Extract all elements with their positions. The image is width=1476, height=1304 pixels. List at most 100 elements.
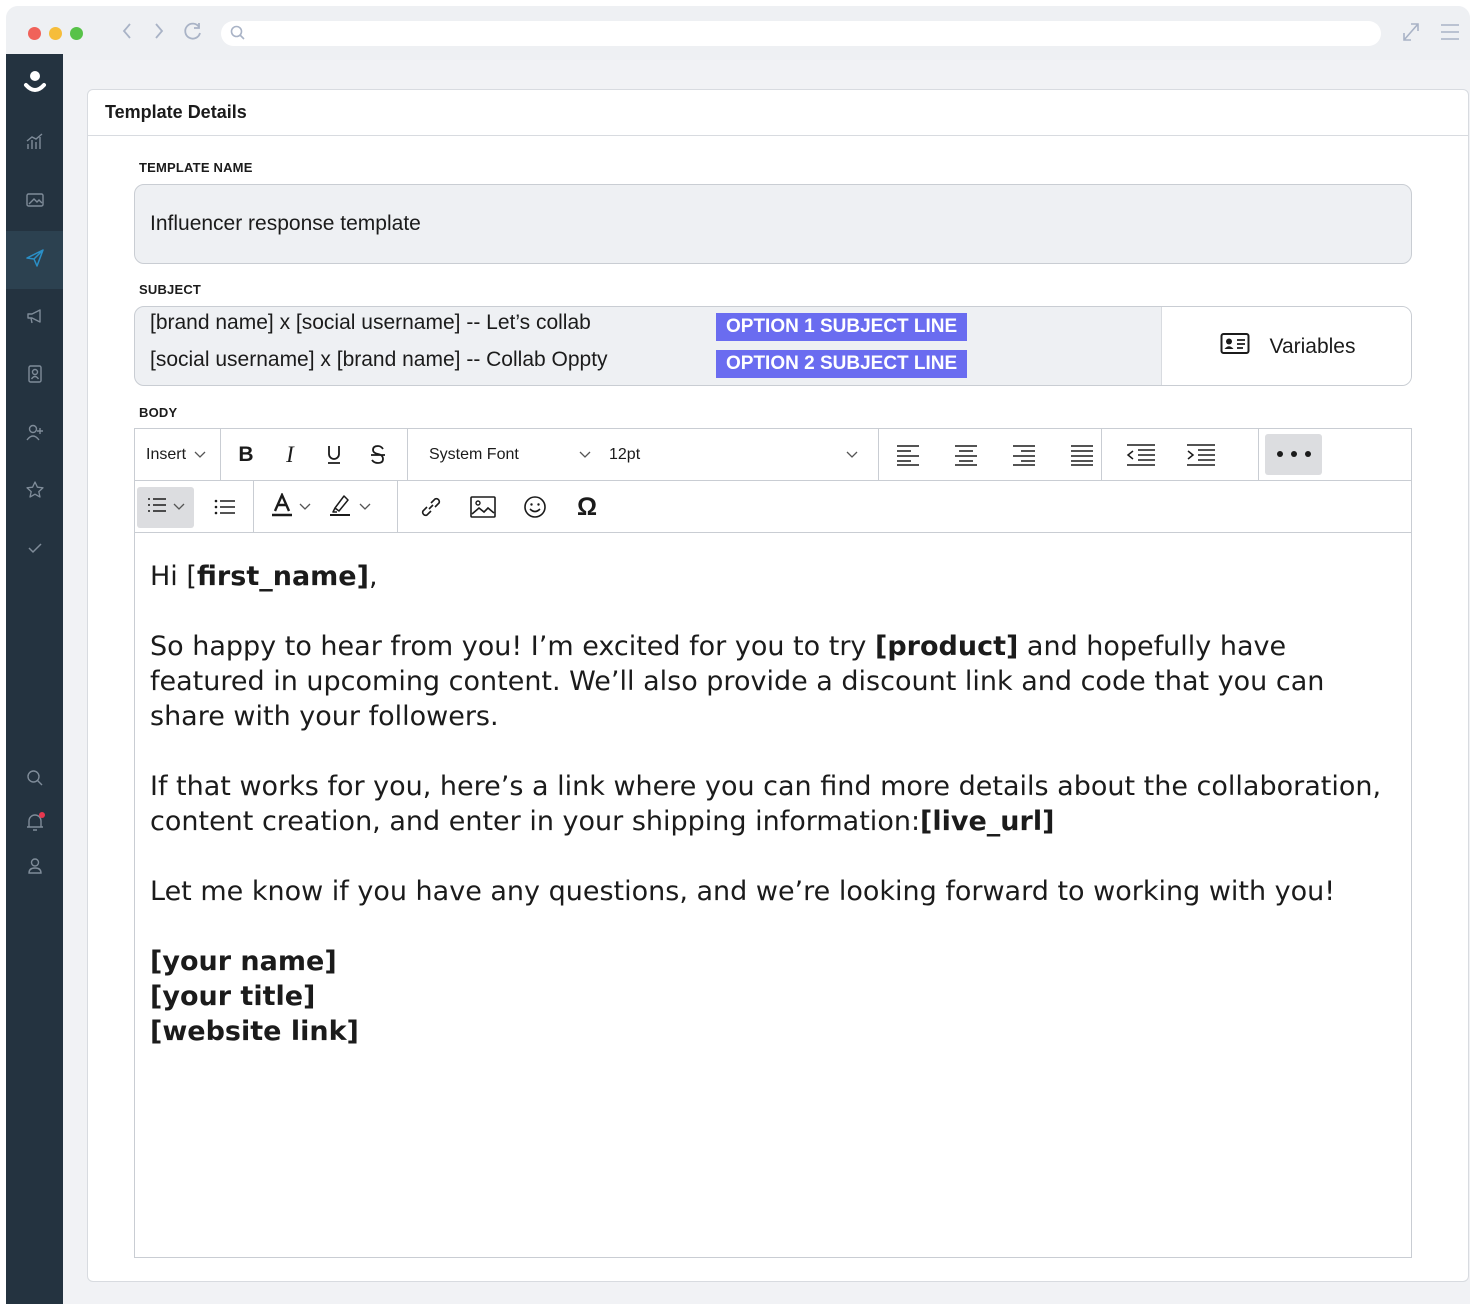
link-icon[interactable] xyxy=(412,487,450,527)
sidebar-item-contacts[interactable] xyxy=(6,356,63,396)
product-variable: [product] xyxy=(874,631,1019,662)
insert-label: Insert xyxy=(146,446,187,463)
greeting-prefix: Hi [ xyxy=(150,561,197,592)
subject-option-1-tag: OPTION 1 SUBJECT LINE xyxy=(716,313,968,341)
close-window-button[interactable] xyxy=(28,27,41,40)
numbered-list-button[interactable] xyxy=(137,486,194,528)
search-icon xyxy=(25,768,45,793)
id-card-icon xyxy=(1220,332,1250,362)
indent-icon[interactable] xyxy=(1182,435,1220,475)
analytics-icon xyxy=(25,132,45,157)
chevron-down-icon xyxy=(299,498,311,516)
star-icon xyxy=(25,480,45,505)
variables-label: Variables xyxy=(1269,335,1356,358)
chevron-down-icon xyxy=(173,498,185,516)
sidebar-item-outreach[interactable] xyxy=(6,231,63,289)
outdent-icon[interactable] xyxy=(1122,435,1160,475)
body-label: BODY xyxy=(139,405,178,420)
subject-line-1: [brand name] x [social username] -- Let’… xyxy=(150,311,591,334)
template-name-input[interactable]: Influencer response template xyxy=(134,184,1412,264)
align-right-icon[interactable] xyxy=(1005,435,1043,475)
numbered-list-icon xyxy=(147,496,167,519)
contacts-icon xyxy=(25,364,45,389)
editor-toolbar-row-2: Ω xyxy=(135,481,1411,533)
special-character-icon[interactable]: Ω xyxy=(568,487,606,527)
browser-titlebar xyxy=(6,6,1470,60)
chevron-down-icon xyxy=(359,498,371,516)
bell-icon xyxy=(23,810,47,839)
sidebar-item-tasks[interactable] xyxy=(6,530,63,570)
highlighter-icon xyxy=(329,493,351,522)
indent-group xyxy=(1102,429,1259,481)
subject-option-2-tag: OPTION 2 SUBJECT LINE xyxy=(716,350,968,378)
font-size-select[interactable]: 12pt xyxy=(609,446,846,464)
user-icon xyxy=(25,856,45,881)
live-url-variable: [live_url] xyxy=(920,806,1055,837)
chevron-down-icon xyxy=(194,446,206,464)
emoji-icon[interactable] xyxy=(516,487,554,527)
add-user-icon xyxy=(25,422,45,447)
subject-line-2: [social username] x [brand name] -- Coll… xyxy=(150,348,608,371)
highlight-color-button[interactable] xyxy=(329,493,371,522)
greeting-suffix: , xyxy=(368,561,378,592)
search-icon xyxy=(229,24,247,47)
menu-icon[interactable] xyxy=(1439,20,1461,49)
chevron-down-icon xyxy=(579,446,591,464)
megaphone-icon xyxy=(25,306,45,331)
sidebar-item-campaigns[interactable] xyxy=(6,298,63,338)
alignment-group xyxy=(879,429,1102,481)
first-name-variable: first_name] xyxy=(196,561,369,592)
sidebar-item-add-user[interactable] xyxy=(6,414,63,454)
image-icon[interactable] xyxy=(464,487,502,527)
check-icon xyxy=(25,538,45,563)
template-name-label: TEMPLATE NAME xyxy=(139,160,253,175)
bullet-list-icon[interactable] xyxy=(206,487,244,527)
paragraph-2-text: If that works for you, here’s a link whe… xyxy=(150,771,1382,837)
logo-icon[interactable] xyxy=(22,68,48,105)
align-justify-icon[interactable] xyxy=(1063,435,1101,475)
sidebar-item-profile[interactable] xyxy=(6,848,63,888)
variables-button[interactable]: Variables xyxy=(1161,307,1411,385)
subject-input[interactable]: [brand name] x [social username] -- Let’… xyxy=(134,306,1412,386)
strikethrough-icon[interactable] xyxy=(359,435,397,475)
url-bar[interactable] xyxy=(221,21,1381,46)
send-icon xyxy=(25,248,45,273)
text-style-group: B I xyxy=(221,429,408,481)
reload-icon[interactable] xyxy=(182,20,204,48)
signature-website: [website link] xyxy=(150,1016,359,1047)
align-center-icon[interactable] xyxy=(947,435,985,475)
template-name-value: Influencer response template xyxy=(150,212,421,235)
sidebar-item-notifications[interactable] xyxy=(6,804,63,844)
underline-icon[interactable] xyxy=(315,435,353,475)
expand-icon[interactable] xyxy=(1400,20,1422,49)
maximize-window-button[interactable] xyxy=(70,27,83,40)
bold-icon[interactable]: B xyxy=(227,435,265,475)
body-editor[interactable]: Insert B I System Font 12pt Ω Hi [first_… xyxy=(134,428,1412,1258)
font-group: System Font 12pt xyxy=(408,429,879,481)
paragraph-2: If that works for you, here’s a link whe… xyxy=(150,769,1390,839)
email-body-content[interactable]: Hi [first_name], So happy to hear from y… xyxy=(150,559,1390,1049)
font-family-select[interactable]: System Font xyxy=(429,446,579,464)
sidebar xyxy=(6,54,63,1304)
italic-icon[interactable]: I xyxy=(271,435,309,475)
template-details-panel: Template Details TEMPLATE NAME Influence… xyxy=(87,89,1469,1282)
list-group xyxy=(135,481,254,533)
sidebar-item-favorites[interactable] xyxy=(6,472,63,512)
insert-dropdown[interactable]: Insert xyxy=(135,429,221,481)
sidebar-item-analytics[interactable] xyxy=(6,124,63,164)
align-left-icon[interactable] xyxy=(889,435,927,475)
sidebar-item-search[interactable] xyxy=(6,760,63,800)
text-color-button[interactable] xyxy=(271,491,311,522)
forward-icon[interactable] xyxy=(152,20,166,48)
text-color-icon xyxy=(271,491,293,522)
signature-name: [your name] xyxy=(150,946,337,977)
panel-title: Template Details xyxy=(88,90,1468,136)
insert-group: Ω xyxy=(398,481,628,533)
more-options-button[interactable] xyxy=(1265,434,1322,475)
back-icon[interactable] xyxy=(120,20,134,48)
paragraph-1: So happy to hear from you! I’m excited f… xyxy=(150,629,1390,734)
minimize-window-button[interactable] xyxy=(49,27,62,40)
more-icon xyxy=(1274,446,1314,464)
sidebar-item-media[interactable] xyxy=(6,182,63,222)
color-group xyxy=(254,481,398,533)
